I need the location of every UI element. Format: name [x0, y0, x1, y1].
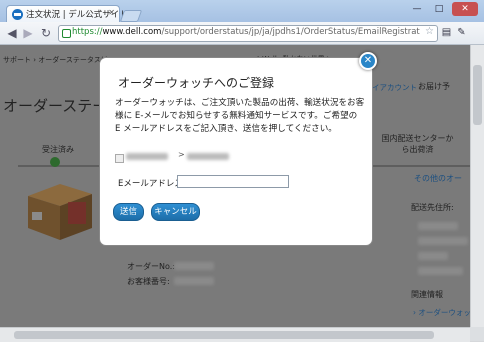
related-info-heading: 関連情報: [411, 290, 443, 299]
scroll-thumb[interactable]: [473, 65, 482, 125]
separator-arrow: >: [178, 150, 185, 159]
scroll-thumb[interactable]: [14, 331, 434, 339]
tab-close-icon[interactable]: ✕: [108, 8, 115, 17]
browser-tab[interactable]: 注文状況 | デル公式サイト ✕: [6, 5, 128, 23]
redacted-product: [126, 153, 168, 160]
customer-no-label: お客様番号:: [127, 277, 170, 286]
shipping-box-icon: [28, 184, 92, 240]
redacted-address: [418, 222, 458, 230]
delivery-text: お届け予: [418, 82, 450, 91]
dialog-title: オーダーウォッチへのご登録: [118, 76, 275, 90]
email-field[interactable]: [177, 175, 289, 188]
step-check-icon: [50, 157, 60, 167]
order-no-label: オーダーNo.:: [127, 262, 175, 271]
browser-window: 注文状況 | デル公式サイト ✕ — □ ✕ ◀ ▶ ↻ https://www…: [0, 0, 484, 342]
order-watch-link[interactable]: › オーダーウォッチ: [413, 307, 470, 318]
redacted-product: [187, 153, 229, 160]
tab-strip: 注文状況 | デル公式サイト ✕ — □ ✕: [0, 0, 484, 23]
redacted-address: [418, 252, 448, 260]
breadcrumb[interactable]: サポート › オーダーステータス(お: [3, 55, 111, 65]
dell-favicon-icon: [12, 9, 23, 20]
bookmark-star-icon[interactable]: ☆: [425, 26, 434, 37]
step-label-shipped: 国内配送センターから出荷済: [381, 134, 454, 154]
browser-toolbar: ◀ ▶ ↻ https://www.dell.com/support/order…: [0, 22, 484, 45]
cancel-button[interactable]: キャンセル: [151, 203, 200, 221]
horizontal-scrollbar[interactable]: [0, 327, 470, 342]
vertical-scrollbar[interactable]: [470, 45, 484, 327]
minimize-button[interactable]: —: [408, 2, 426, 16]
close-icon[interactable]: ✕: [359, 52, 377, 70]
send-button[interactable]: 送信: [113, 203, 144, 221]
address-bar[interactable]: https://www.dell.com/support/orderstatus…: [58, 25, 438, 42]
scroll-corner: [470, 327, 484, 341]
step-label-ordered: 受注済み: [42, 145, 74, 154]
forward-arrow-icon[interactable]: ▶: [20, 25, 36, 41]
back-arrow-icon[interactable]: ◀: [4, 25, 20, 41]
email-label-text: Eメールアドレス: [118, 179, 183, 189]
url-text[interactable]: https://www.dell.com/support/orderstatus…: [72, 27, 420, 37]
product-checkbox[interactable]: [115, 154, 124, 163]
redacted-address: [418, 237, 468, 245]
my-account-link[interactable]: イアカウント: [372, 82, 417, 93]
redacted-order-no: [174, 262, 214, 270]
other-orders-link[interactable]: その他のオー: [414, 173, 462, 184]
page-menu-icon[interactable]: ▤: [440, 26, 453, 39]
redacted-customer-no: [174, 277, 214, 285]
wrench-icon[interactable]: ✎: [455, 26, 468, 39]
maximize-button[interactable]: □: [430, 2, 448, 16]
new-tab-button[interactable]: [119, 10, 143, 22]
redacted-address: [418, 267, 463, 275]
dialog-description: オーダーウォッチは、ご注文頂いた製品の出荷、輸送状況をお客様に E-メールでお知…: [115, 98, 365, 134]
reload-icon[interactable]: ↻: [38, 25, 54, 41]
ship-to-label: 配送先住所:: [411, 203, 454, 212]
close-window-button[interactable]: ✕: [452, 2, 478, 16]
lock-icon: [62, 29, 71, 38]
